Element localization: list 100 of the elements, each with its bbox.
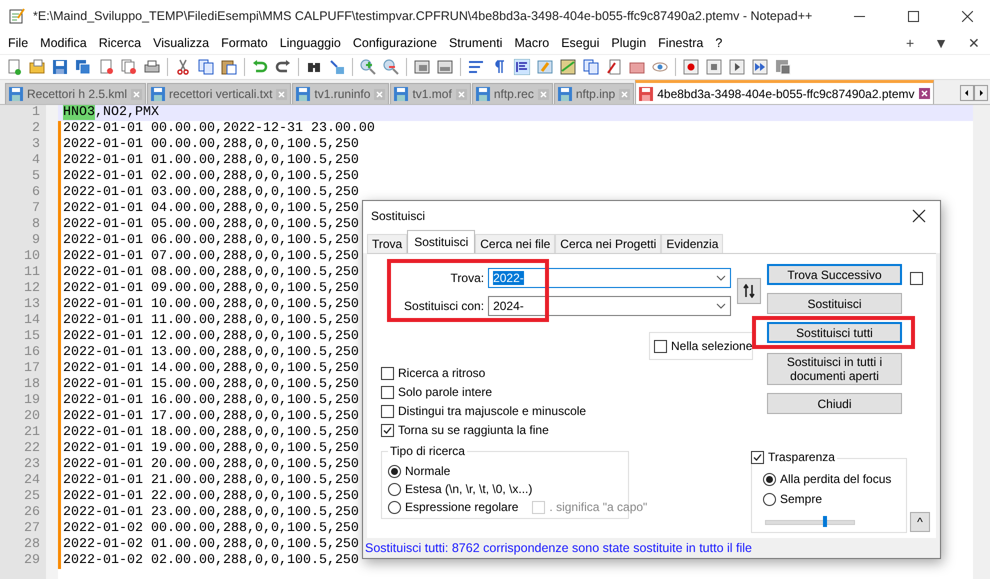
- code-line: 2022-01-01 21.00.00,288,0,0,100.5,250: [63, 473, 359, 489]
- checkbox-label: Solo parole intere: [398, 385, 492, 399]
- menu-item[interactable]: Visualizza: [147, 34, 216, 52]
- menu-item[interactable]: Strumenti: [442, 34, 508, 52]
- menu-item[interactable]: File: [2, 34, 34, 52]
- code-line: 2022-01-01 02.00.00,288,0,0,100.5,250: [63, 169, 359, 185]
- dialog-button[interactable]: Sostituisci: [767, 293, 902, 314]
- file-tab[interactable]: 4be8bd3a-3498-404e-b055-ffc9c87490a2.ptemv: [635, 80, 934, 104]
- dialog-title: Sostituisci: [371, 209, 426, 223]
- radio-button[interactable]: [763, 472, 776, 486]
- fast-forward-icon[interactable]: [752, 59, 768, 75]
- menu-item[interactable]: Plugin: [605, 34, 652, 52]
- menu-button[interactable]: +: [896, 35, 924, 51]
- redo-icon[interactable]: [275, 59, 291, 75]
- line-number: 21: [23, 425, 41, 441]
- code-line: 2022-01-01 00.00.00,288,0,0,100.5,250: [63, 137, 359, 153]
- checkbox[interactable]: [381, 386, 394, 398]
- menu-item[interactable]: Finestra: [652, 34, 710, 52]
- copy-icon[interactable]: [198, 59, 214, 75]
- menu-item[interactable]: Macro: [508, 34, 556, 52]
- play-icon[interactable]: [729, 59, 745, 75]
- zoom-out-icon[interactable]: [383, 59, 399, 75]
- file-tab[interactable]: Recettori h 2.5.kml: [5, 83, 146, 104]
- close-icon[interactable]: [912, 209, 926, 223]
- scroll-right-icon[interactable]: [974, 85, 988, 101]
- radio-button[interactable]: [388, 500, 401, 514]
- checkbox[interactable]: [381, 404, 394, 418]
- indent-guide-icon[interactable]: [514, 59, 530, 75]
- menu-button[interactable]: ✕: [958, 35, 990, 51]
- dialog-button[interactable]: Sostituisci in tutti i documenti aperti: [767, 353, 902, 385]
- line-number: 2: [31, 121, 41, 137]
- checkbox[interactable]: [751, 450, 764, 464]
- replace-field[interactable]: 2024-: [488, 296, 731, 316]
- zoom-in-icon[interactable]: [360, 59, 376, 75]
- menu-item[interactable]: Modifica: [34, 34, 93, 52]
- line-number: 19: [23, 393, 41, 409]
- swap-button[interactable]: [737, 278, 761, 304]
- radio-button[interactable]: [388, 482, 401, 496]
- line-number: 29: [23, 553, 41, 569]
- checkbox[interactable]: [654, 340, 667, 352]
- checkbox[interactable]: [910, 272, 923, 285]
- code-line: 2022-01-01 05.00.00,288,0,0,100.5,250: [63, 217, 359, 233]
- checkbox[interactable]: [381, 424, 394, 436]
- code-line: 2022-01-02 00.00.00,288,0,0,100.5,250: [63, 521, 359, 537]
- dialog-tab[interactable]: Trova: [367, 234, 408, 253]
- line-number: 4: [31, 153, 41, 169]
- floppies-icon[interactable]: [75, 59, 91, 75]
- line-number: 15: [23, 329, 41, 345]
- file-tab[interactable]: recettori verticali.txt: [147, 83, 292, 104]
- radio-label: Normale: [405, 464, 450, 478]
- documents-icon[interactable]: [583, 59, 599, 75]
- file-tab[interactable]: nftp.rec: [472, 83, 553, 104]
- line-number: 22: [23, 441, 41, 457]
- dialog-tab[interactable]: Sostituisci: [407, 230, 476, 253]
- dialog-button[interactable]: Chiudi: [767, 393, 902, 414]
- menu-item[interactable]: Ricerca: [92, 34, 148, 52]
- undo-icon[interactable]: [252, 59, 268, 75]
- checkbox[interactable]: [381, 366, 394, 380]
- dialog-tab[interactable]: Cerca nei Progetti: [555, 234, 662, 253]
- file-tab[interactable]: nftp.inp: [554, 83, 634, 104]
- menu-item[interactable]: Linguaggio: [274, 34, 347, 52]
- window-icon[interactable]: [437, 59, 453, 75]
- close-files-icon[interactable]: [121, 59, 137, 75]
- menu-button[interactable]: ▼: [924, 35, 958, 51]
- new-file-icon[interactable]: [6, 59, 22, 75]
- scrollbar[interactable]: [973, 105, 990, 579]
- floppy-icon[interactable]: [52, 59, 68, 75]
- stop-icon[interactable]: [706, 59, 722, 75]
- record-icon[interactable]: [683, 59, 699, 75]
- close-icon[interactable]: [962, 10, 972, 22]
- radio-button[interactable]: [388, 464, 401, 478]
- dialog-tab[interactable]: Evidenzia: [661, 234, 724, 253]
- collapse-button[interactable]: ^: [910, 512, 930, 532]
- menu-item[interactable]: ?: [709, 34, 728, 52]
- menu-item[interactable]: Configurazione: [346, 34, 443, 52]
- menu-item[interactable]: Formato: [215, 34, 274, 52]
- dialog-button[interactable]: Trova Successivo: [767, 264, 902, 285]
- printer-icon[interactable]: [144, 59, 160, 75]
- file-tab[interactable]: tv1.mof: [390, 83, 471, 104]
- slider-thumb[interactable]: [823, 516, 828, 527]
- dialog-tab[interactable]: Cerca nei file: [475, 234, 556, 253]
- maximize-icon[interactable]: [908, 10, 918, 22]
- line-number: 23: [23, 457, 41, 473]
- wrap-icon[interactable]: [468, 59, 484, 75]
- paste-icon[interactable]: [221, 59, 237, 75]
- code-line: 2022-01-01 03.00.00,288,0,0,100.5,250: [63, 185, 359, 201]
- find-field[interactable]: 2022-: [488, 268, 731, 288]
- line-number: 3: [31, 137, 41, 153]
- dialog-button[interactable]: Sostituisci tutti: [767, 322, 902, 343]
- file-tab[interactable]: tv1.runinfo: [292, 83, 390, 104]
- code-line: 2022-01-01 22.00.00,288,0,0,100.5,250: [63, 489, 359, 505]
- radio-label: Alla perdita del focus: [780, 472, 892, 486]
- code-line: 2022-01-02 01.00.00,288,0,0,100.5,250: [63, 537, 359, 553]
- menu-item[interactable]: Esegui: [555, 34, 606, 52]
- scissors-icon[interactable]: [175, 59, 191, 75]
- line-number: 16: [23, 345, 41, 361]
- scroll-left-icon[interactable]: [960, 85, 974, 101]
- window-icon[interactable]: [414, 59, 430, 75]
- radio-button[interactable]: [763, 492, 776, 506]
- close-file-icon[interactable]: [98, 59, 114, 75]
